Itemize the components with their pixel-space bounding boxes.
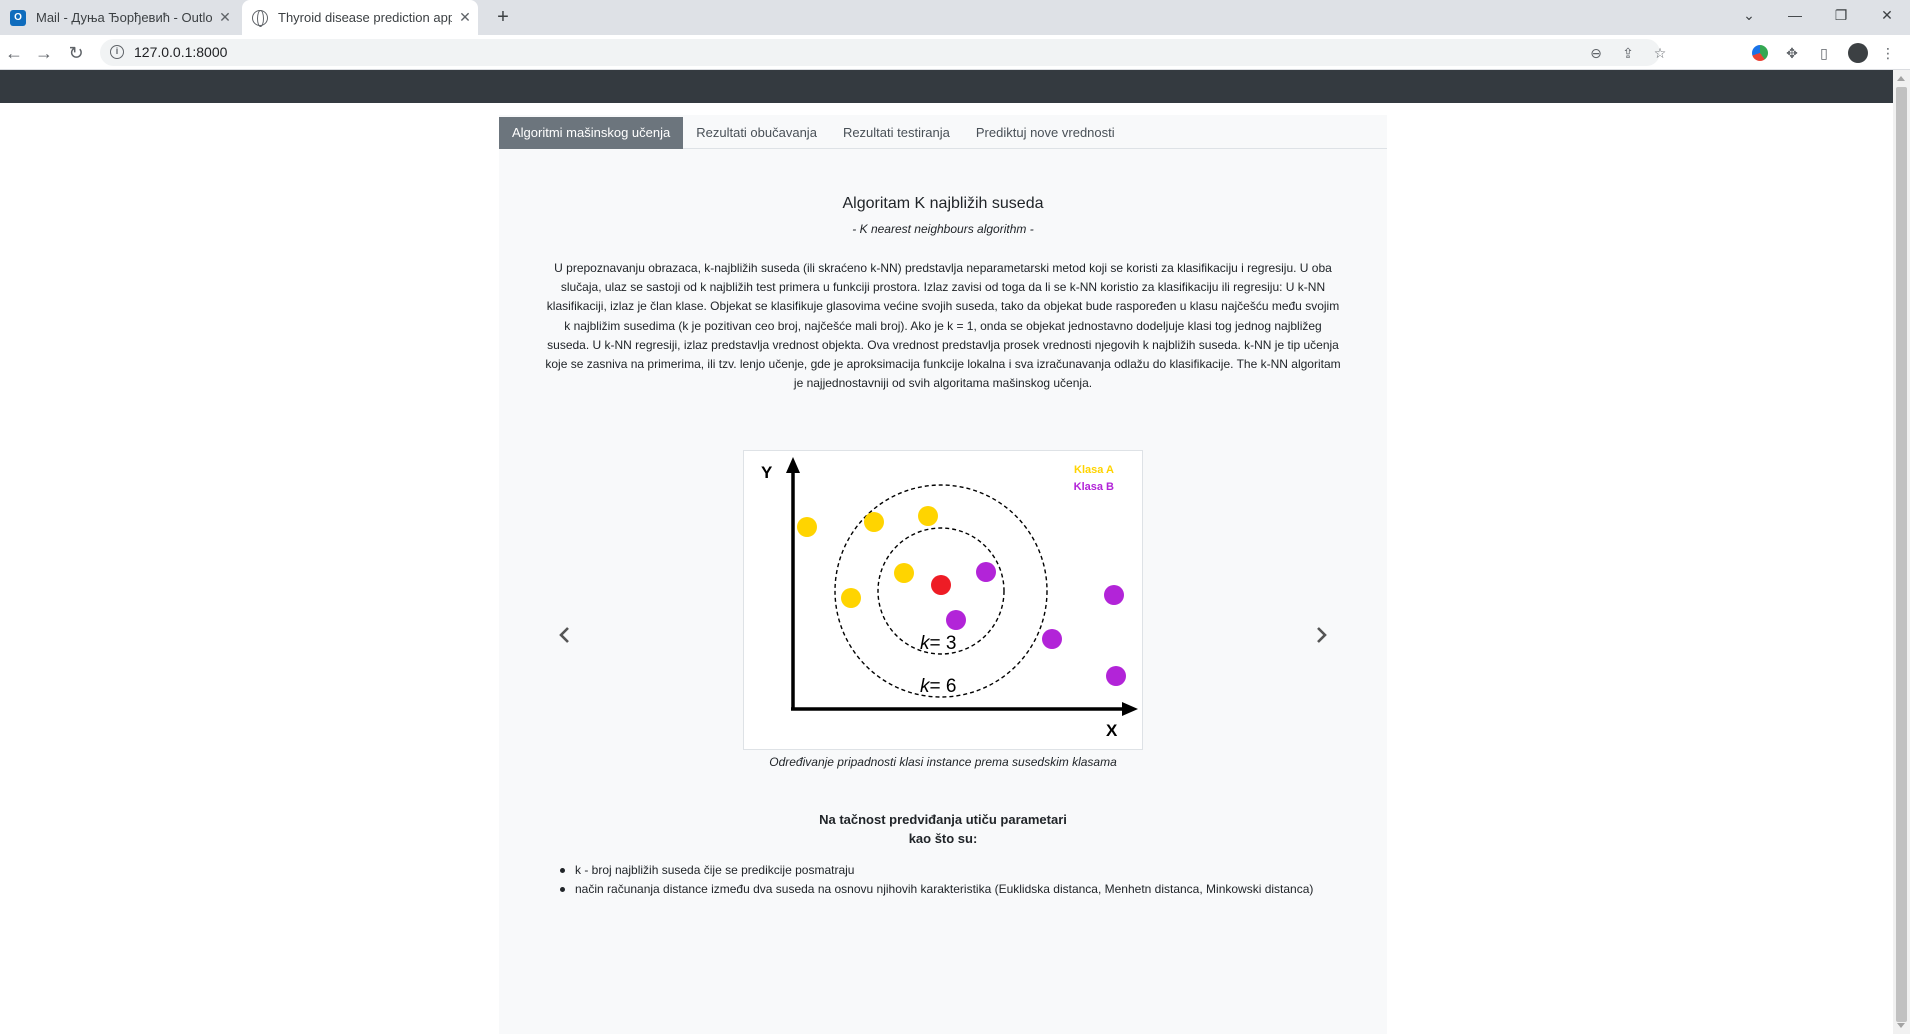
legend-class-b: Klasa B [1074,481,1114,493]
parameters-list: k - broj najbližih suseda čije se predik… [560,861,1315,899]
reload-icon[interactable]: ↻ [62,39,90,67]
site-info-icon[interactable]: i [110,45,124,59]
query-point [931,575,951,595]
class-b-point [976,562,996,582]
class-a-point [894,563,914,583]
class-b-point [1042,629,1062,649]
puzzle-extensions-icon[interactable]: ✥ [1782,43,1802,63]
algorithm-description: U prepoznavanju obrazaca, k-najbližih su… [545,261,1341,391]
carousel-next-icon[interactable] [1309,623,1333,647]
window-close-button[interactable]: ✕ [1864,0,1910,30]
class-b-point [1106,666,1126,686]
parameters-heading-line2: kao što su: [908,831,978,846]
class-a-points [797,506,938,608]
y-axis-label: Y [761,463,773,482]
parameters-heading: Na tačnost predviđanja utiču parametari … [499,810,1387,848]
browser-toolbar: ← → ↻ i 127.0.0.1:8000 ⊖ ⇪ ☆ ✥ ▯ ⋮ [0,35,1910,70]
parameters-heading-line1: Na tačnost predviđanja utiču parametari [819,812,1067,827]
close-icon[interactable]: ✕ [212,9,238,26]
y-axis-arrow [786,457,800,473]
restore-button[interactable]: ❐ [1818,0,1864,30]
address-bar[interactable]: i 127.0.0.1:8000 ⊖ ⇪ ☆ [100,39,1666,66]
minimize-button[interactable]: — [1772,0,1818,30]
outlook-icon: O [10,9,26,26]
tab-search-icon[interactable]: ⌄ [1726,0,1772,30]
figure-caption: Određivanje pripadnosti klasi instance p… [769,755,1117,769]
share-icon[interactable]: ⇪ [1618,43,1638,63]
browser-tab-thyroid[interactable]: Thyroid disease prediction app ✕ [242,0,478,35]
section-tabs: Algoritmi mašinskog učenja Rezultati obu… [499,117,1387,149]
x-axis-arrow [1122,702,1138,716]
browser-tab-title: Thyroid disease prediction app [278,10,452,25]
tab-training-results[interactable]: Rezultati obučavanja [683,117,830,149]
tab-algorithms[interactable]: Algoritmi mašinskog učenja [499,117,684,149]
class-a-point [797,517,817,537]
class-b-points [946,562,1126,686]
class-b-point [1104,585,1124,605]
scrollbar-thumb[interactable] [1896,87,1907,1022]
tab-testing-results[interactable]: Rezultati testiranja [830,117,963,149]
close-icon[interactable]: ✕ [452,9,478,26]
menu-dots-icon[interactable]: ⋮ [1878,43,1898,63]
zoom-icon[interactable]: ⊖ [1586,43,1606,63]
algorithm-title: Algoritam K najbližih suseda [842,195,1044,212]
new-tab-button[interactable]: + [490,5,516,31]
x-axis-label: X [1106,721,1118,740]
legend-class-a: Klasa A [1074,464,1114,476]
forward-icon[interactable]: → [30,39,58,67]
page-scrollbar[interactable] [1893,70,1910,1034]
class-a-point [918,506,938,526]
browser-tab-title: Mail - Дуња Ђорђевић - Outloo [36,10,212,25]
carousel-prev-icon[interactable] [553,623,577,647]
side-panel-icon[interactable]: ▯ [1814,43,1834,63]
browser-tabstrip: O Mail - Дуња Ђорђевић - Outloo ✕ Thyroi… [0,0,1910,35]
class-a-point [864,512,884,532]
main-container: Algoritmi mašinskog učenja Rezultati obu… [499,115,1387,1034]
extension-icon[interactable] [1752,45,1768,61]
back-icon[interactable]: ← [0,39,28,67]
algorithm-subtitle: - K nearest neighbours algorithm - [852,222,1034,236]
scroll-down-icon[interactable] [1897,1023,1905,1028]
globe-icon [252,9,268,27]
top-navbar [0,70,1893,103]
k6-label: k= 6 [920,676,956,697]
browser-tab-mail[interactable]: O Mail - Дуња Ђорђевић - Outloo ✕ [0,0,238,35]
profile-avatar[interactable] [1848,43,1868,63]
tab-predict[interactable]: Prediktuj nove vrednosti [963,117,1128,149]
knn-diagram-svg: Y X k= 3 k= 6 Klasa A Klasa B [761,457,1138,740]
class-b-point [946,610,966,630]
k3-label: k= 3 [920,633,956,654]
scroll-up-icon[interactable] [1897,76,1905,81]
bookmark-star-icon[interactable]: ☆ [1650,43,1670,63]
url-text: 127.0.0.1:8000 [134,44,228,60]
class-a-point [841,588,861,608]
knn-diagram: Y X k= 3 k= 6 Klasa A Klasa B [743,450,1143,750]
list-item: k - broj najbližih suseda čije se predik… [560,861,1315,880]
list-item: način računanja distance između dva suse… [560,880,1315,899]
